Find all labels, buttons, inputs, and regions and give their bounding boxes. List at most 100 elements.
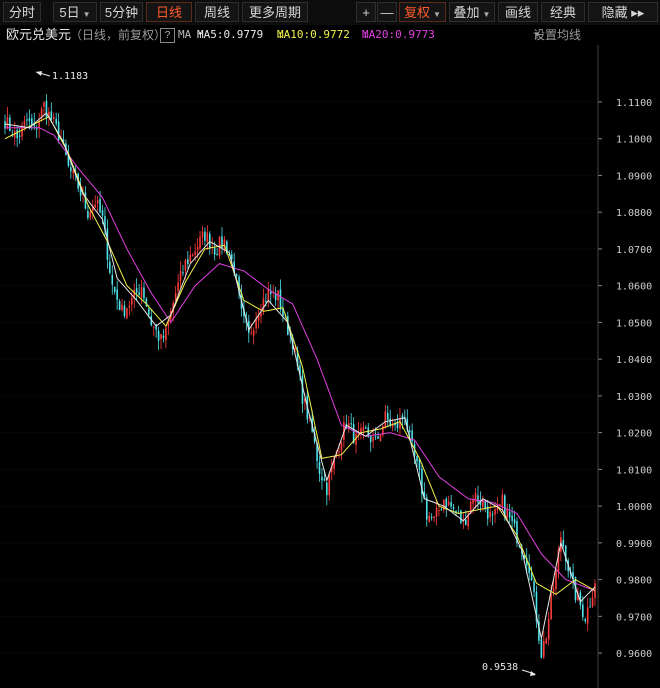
candle [206,225,209,251]
candle [267,281,270,308]
candle [111,265,114,295]
candle-body-down [35,128,38,130]
candle-body-up [43,102,45,107]
candle-body-down [87,211,89,218]
zoom-out-button[interactable]: — [377,2,397,22]
candle-body-down [508,511,511,518]
kline-chart[interactable]: 1.1100 1.1000 1.0900 1.0800 1.0700 1.0600 1.05… [0,45,660,688]
candle [182,264,184,277]
candle-body-down [350,423,352,425]
y-tick-label: 0.9700 [616,612,652,623]
candle [572,563,574,589]
help-icon[interactable]: ? [160,28,175,43]
candle-body-down [187,259,189,265]
candle-body-up [472,500,474,504]
tab-weekly[interactable]: 周线 [195,2,239,22]
candle-body-down [562,539,565,547]
candle [118,299,121,311]
candle [277,290,279,310]
candle-body-up [121,304,123,311]
candle-body-down [204,231,206,241]
candle-body-up [328,474,331,496]
candle-body-down [377,436,379,439]
period-toolbar: 分时 5日 ▼ 5分钟 日线 周线 更多周期 + — 复权 ▼ 叠加 ▼ 画线 经典 … [0,0,660,25]
candle [6,106,9,130]
candle [113,286,116,295]
candle-body-down [408,430,411,432]
candle [109,254,111,275]
arrow-head-icon [530,671,536,676]
overlay-button[interactable]: 叠加 ▼ [449,2,495,22]
draw-line-button[interactable]: 画线 [498,2,538,22]
candle-body-up [499,504,501,506]
fuquan-button[interactable]: 复权 ▼ [399,2,446,22]
candle-body-down [55,118,57,124]
candle-body-down [540,638,543,659]
chart-subtitle: （日线，前复权） [70,28,167,42]
tab-fenshi[interactable]: 分时 [3,2,41,22]
candle [145,297,148,307]
hide-button[interactable]: 隐藏 ▸▸ [588,2,658,22]
candle [394,419,396,431]
candle-body-down [513,519,516,524]
candle-body-up [96,200,99,204]
candle-body-up [340,442,343,451]
candle [62,130,65,142]
candle [87,204,89,221]
candle [201,226,204,246]
tab-5min[interactable]: 5分钟 [100,2,143,22]
fuquan-label: 复权 [404,5,431,20]
candle [191,253,194,257]
candle [150,309,153,327]
candle-body-down [138,292,140,295]
candle [121,298,123,312]
y-tick-label: 1.1000 [616,135,652,146]
candle-body-down [425,497,428,520]
candle-body-up [184,260,187,271]
candle [382,424,384,438]
candle-body-up [591,597,594,607]
candle-body-down [235,274,238,277]
candle-body-down [589,606,591,608]
candle-body-up [6,117,9,129]
zoom-in-button[interactable]: + [356,2,376,22]
candle [157,326,160,350]
candle-body-down [18,135,21,137]
candle [187,250,189,269]
candle [425,493,428,527]
candle [445,496,448,518]
y-tick-label: 0.9800 [616,576,652,587]
candle [350,413,352,429]
candle-body-down [416,455,418,462]
candle [457,505,460,514]
candle-body-down [16,129,18,139]
candle-body-down [452,507,455,509]
candle-body-up [165,327,167,341]
candle-body-up [506,509,509,518]
y-tick-label: 1.0600 [616,282,652,293]
candle-body-down [26,119,28,121]
tab-more-periods[interactable]: 更多周期 [242,2,308,22]
candle-body-down [386,412,389,420]
candle-body-up [128,305,131,308]
y-tick-label: 0.9600 [616,649,652,660]
candle [252,327,255,345]
candle [40,106,43,122]
candle [57,113,60,144]
candle [386,405,389,428]
candle [516,517,518,548]
candle [152,326,155,337]
candle [26,112,28,127]
candle-body-down [101,210,104,216]
candle [135,278,138,301]
classic-button[interactable]: 经典 [541,2,585,22]
tab-5day[interactable]: 5日 ▼ [53,2,97,22]
candle [274,286,277,306]
tab-daily[interactable]: 日线 [146,2,192,22]
candle [450,494,452,510]
candle [18,127,21,144]
candle [357,421,360,441]
y-tick-label: 1.0400 [616,355,652,366]
candle-body-up [252,330,255,336]
candle [543,630,545,660]
